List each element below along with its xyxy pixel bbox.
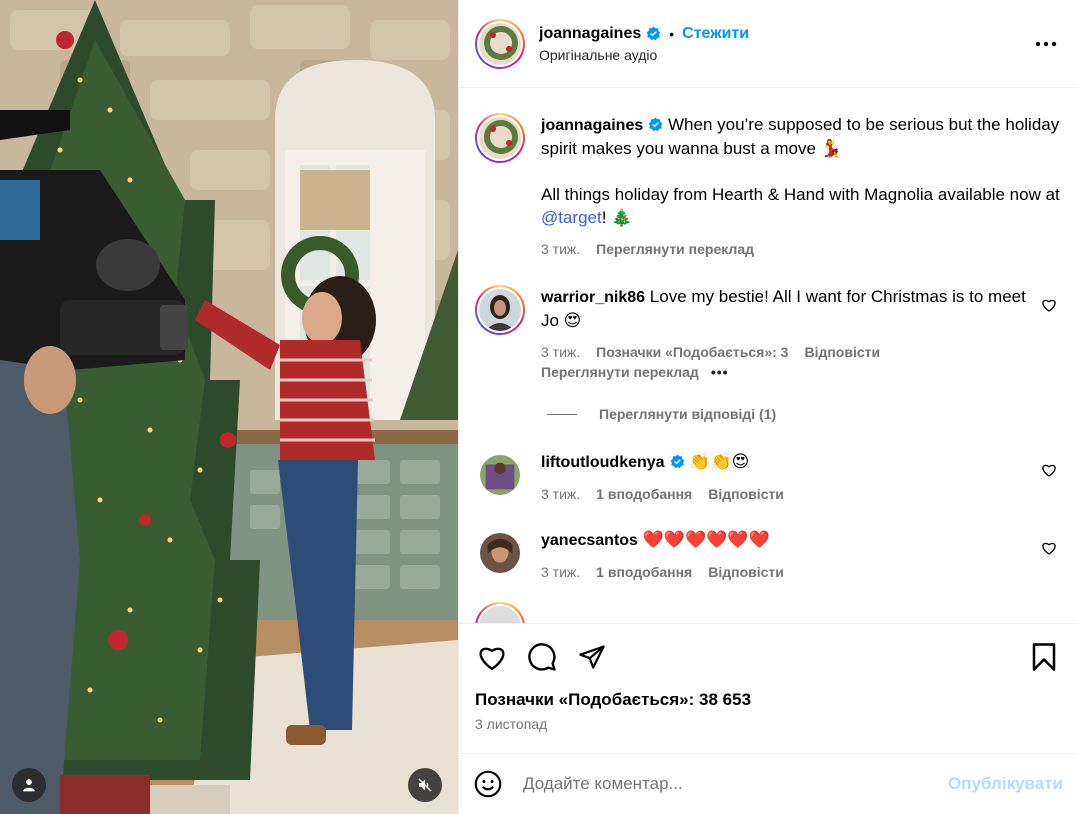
mute-toggle-button[interactable]: [408, 768, 442, 802]
comment-time: 3 тиж.: [541, 344, 581, 360]
comment-like-button[interactable]: [1041, 297, 1057, 313]
commenter-avatar-image: [480, 455, 520, 495]
heart-outline-icon: [1042, 299, 1056, 312]
comment-likes-link[interactable]: 1 вподобання: [596, 564, 692, 580]
replies-divider: [547, 413, 577, 415]
header-separator: •: [669, 25, 675, 42]
comment-reply-button[interactable]: Відповісти: [804, 344, 880, 360]
view-replies-label: Переглянути відповіді (1): [599, 406, 777, 422]
comment-composer: Опублікувати: [459, 753, 1077, 814]
caption-time: 3 тиж.: [541, 241, 581, 257]
bookmark-icon: [1032, 643, 1056, 671]
emoji-picker-button[interactable]: [473, 769, 503, 799]
emoji-icon: [474, 770, 502, 798]
commenter-avatar[interactable]: [475, 602, 525, 623]
author-avatar-image: [479, 22, 521, 65]
verified-badge-icon: [646, 26, 661, 41]
comment-translate-link[interactable]: Переглянути переклад: [541, 364, 699, 380]
comment-time: 3 тиж.: [541, 486, 581, 502]
commenter-avatar[interactable]: [475, 285, 525, 335]
mention-link[interactable]: @target: [541, 208, 602, 227]
comment-reply-button[interactable]: Відповісти: [708, 564, 784, 580]
caption-avatar[interactable]: [475, 113, 525, 163]
caption-text: joannagaines When you’re supposed to be …: [541, 113, 1061, 229]
comment-input[interactable]: [523, 774, 949, 794]
comment-username[interactable]: yanecsantos: [541, 532, 638, 549]
post-caption: joannagaines When you’re supposed to be …: [475, 113, 1061, 257]
heart-icon: [479, 647, 505, 671]
heart-outline-icon: [1042, 542, 1056, 555]
comment-item: liftoutloudkenya 👏👏😍 3 тиж. 1 вподобання…: [475, 450, 1061, 502]
comment-item: yanecsantos ❤️❤️❤️❤️❤️❤️ 3 тиж. 1 вподоб…: [475, 528, 1061, 580]
comment-icon: [528, 643, 556, 671]
comments-list[interactable]: joannagaines When you’re supposed to be …: [459, 89, 1077, 623]
caption-line2-after: ! 🎄: [601, 208, 633, 227]
comment-meta: 3 тиж. 1 вподобання Відповісти: [541, 564, 1027, 580]
caption-username[interactable]: joannagaines: [541, 117, 643, 134]
comment-item-partial: [475, 602, 1061, 623]
comment-likes-link[interactable]: 1 вподобання: [596, 486, 692, 502]
likes-count[interactable]: Позначки «Подобається»: 38 653: [475, 690, 1061, 710]
more-options-button[interactable]: [1031, 29, 1061, 59]
follow-button[interactable]: Стежити: [682, 25, 749, 43]
post-video[interactable]: [0, 0, 458, 814]
comment-text: 👏👏😍: [689, 452, 750, 471]
like-button[interactable]: [475, 640, 509, 674]
verified-badge-icon: [648, 117, 663, 132]
commenter-avatar-image: [480, 533, 520, 573]
publish-button[interactable]: Опублікувати: [948, 774, 1063, 794]
more-options-icon: [1035, 41, 1057, 46]
caption-line2-before: All things holiday from Hearth & Hand wi…: [541, 185, 1060, 204]
caption-avatar-image: [479, 117, 521, 159]
share-button[interactable]: [575, 640, 609, 674]
post-side-panel: joannagaines • Стежити Оригінальне аудіо: [458, 0, 1077, 814]
post-dialog: joannagaines • Стежити Оригінальне аудіо: [0, 0, 1077, 814]
video-frame: [0, 0, 458, 814]
person-icon: [23, 779, 35, 792]
commenter-avatar-image: [479, 289, 521, 331]
send-icon: [579, 645, 605, 669]
caption-translate-link[interactable]: Переглянути переклад: [596, 241, 754, 257]
comment-more-button[interactable]: •••: [711, 364, 729, 380]
comment-meta: 3 тиж. Позначки «Подобається»: 3 Відпові…: [541, 344, 1027, 360]
comment-meta-2: Переглянути переклад •••: [541, 364, 1027, 380]
caption-meta: 3 тиж. Переглянути переклад: [541, 241, 1061, 257]
speaker-muted-icon: [418, 778, 432, 792]
comment-time: 3 тиж.: [541, 564, 581, 580]
view-replies-button[interactable]: Переглянути відповіді (1): [547, 406, 1061, 422]
commenter-avatar[interactable]: [475, 528, 525, 578]
tagged-users-button[interactable]: [12, 768, 46, 802]
comment-username[interactable]: warrior_nik86: [541, 289, 645, 306]
post-date: 3 листопад: [475, 716, 548, 732]
comment-likes-link[interactable]: Позначки «Подобається»: 3: [596, 344, 788, 360]
comment-reply-button[interactable]: Відповісти: [708, 486, 784, 502]
post-header: joannagaines • Стежити Оригінальне аудіо: [459, 0, 1077, 88]
comment-like-button[interactable]: [1041, 462, 1057, 478]
comment-button[interactable]: [525, 640, 559, 674]
comment-username[interactable]: liftoutloudkenya: [541, 454, 665, 471]
save-button[interactable]: [1027, 640, 1061, 674]
comment-like-button[interactable]: [1041, 540, 1057, 556]
author-username[interactable]: joannagaines: [539, 25, 641, 43]
comment-text: ❤️❤️❤️❤️❤️❤️: [642, 530, 770, 549]
author-avatar[interactable]: [475, 18, 525, 69]
verified-badge-icon: [670, 454, 685, 469]
heart-outline-icon: [1042, 464, 1056, 477]
commenter-avatar[interactable]: [475, 450, 525, 500]
comment-item: warrior_nik86 Love my bestie! All I want…: [475, 285, 1061, 380]
post-actions: Позначки «Подобається»: 38 653 3 листопа…: [459, 623, 1077, 753]
original-audio-link[interactable]: Оригінальне аудіо: [539, 47, 1031, 63]
comment-meta: 3 тиж. 1 вподобання Відповісти: [541, 486, 1027, 502]
